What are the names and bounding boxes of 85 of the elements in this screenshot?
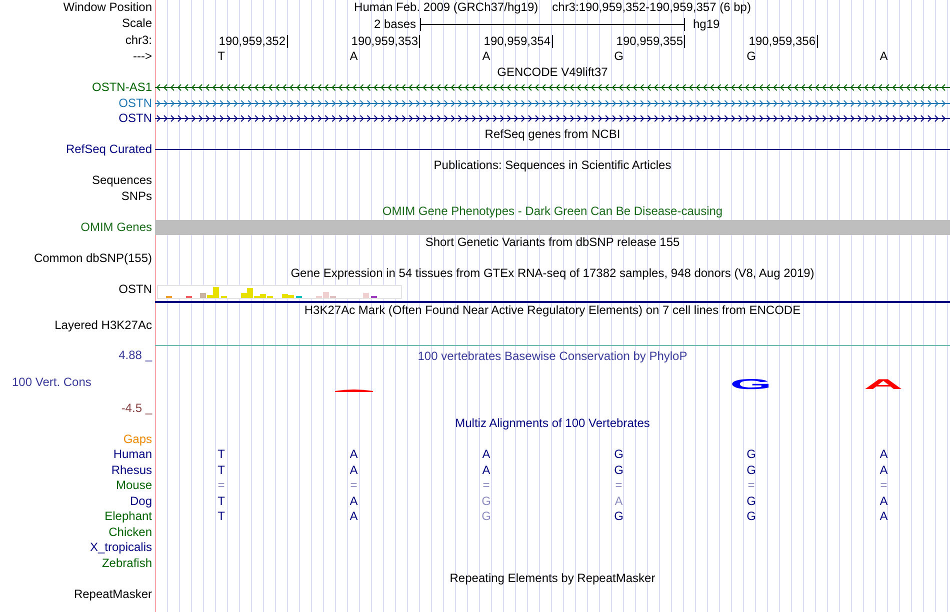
track-label[interactable]: OSTN [118, 282, 152, 296]
track-label[interactable]: Human [113, 447, 152, 462]
aligned-base: T [218, 509, 225, 524]
aligned-base: A [350, 447, 358, 462]
base-position-label: 190,959,356 [748, 34, 818, 48]
track-label[interactable]: OSTN-AS1 [92, 80, 152, 95]
aligned-base: G [614, 509, 624, 524]
track-label[interactable]: RefSeq Curated [66, 142, 152, 157]
base-position-label: 190,959,353 [351, 34, 420, 48]
aligned-base: A [880, 509, 888, 524]
track-label: Window Position [63, 0, 152, 15]
sequence-base: G [614, 48, 624, 64]
sequence-base: A [482, 48, 490, 64]
track-label[interactable]: OSTN [118, 96, 152, 110]
aligned-base: A [880, 494, 888, 508]
aligned-base: A [482, 462, 490, 478]
axis-min-label: -4.5 _ [120, 401, 152, 416]
track-title: Publications: Sequences in Scientific Articles [434, 158, 672, 172]
aligned-base: A [350, 462, 358, 478]
track-label[interactable]: Rhesus [111, 462, 152, 478]
sequence-base: T [218, 48, 225, 64]
aligned-base: = [482, 478, 490, 493]
aligned-base: A [482, 447, 490, 462]
track-title: OMIM Gene Phenotypes - Dark Green Can Be Disease-causing [382, 204, 723, 219]
track-label[interactable]: RepeatMasker [74, 586, 152, 602]
track-label[interactable]: OMIM Genes [80, 220, 152, 234]
aligned-base: = [880, 478, 888, 493]
aligned-base: G [746, 462, 756, 478]
aligned-base: G [746, 447, 756, 462]
track-title: 100 vertebrates Basewise Conservation by PhyloP [418, 348, 688, 364]
conservation-logo-letter: G [730, 379, 772, 391]
track-title: Gene Expression in 54 tissues from GTEx RNA-seq of 17382 samples, 948 donors (V8, Aug 2019) [290, 266, 814, 281]
aligned-base: = [218, 478, 225, 493]
aligned-base: A [350, 509, 358, 524]
expression-bars-drawing[interactable] [157, 284, 402, 298]
track-label: chr3: [125, 32, 152, 48]
aligned-base: G [746, 509, 756, 524]
track-label[interactable]: 100 Vert. Cons [0, 374, 152, 390]
aligned-base: T [218, 447, 225, 462]
sequence-base: G [746, 48, 756, 64]
sequence-base: A [880, 48, 888, 64]
track-label[interactable]: Dog [130, 494, 152, 508]
aligned-base: A [880, 447, 888, 462]
sequence-base: A [350, 48, 358, 64]
aligned-base: = [615, 478, 622, 493]
aligned-base: T [218, 494, 225, 508]
track-label: Scale [122, 16, 152, 30]
base-position-label: 190,959,352 [218, 34, 288, 48]
assembly-name: hg19 [693, 16, 720, 32]
track-title: Repeating Elements by RepeatMasker [450, 571, 656, 586]
track-label[interactable]: Elephant [104, 509, 152, 524]
base-position-label: 190,959,354 [484, 34, 552, 48]
track-title: GENCODE V49lift37 [497, 64, 608, 80]
scale-text: 2 bases [374, 16, 416, 32]
aligned-base: = [748, 478, 755, 493]
track-title: H3K27Ac Mark (Often Found Near Active Regulatory Elements) on 7 cell lines from ENCODE [304, 302, 801, 318]
track-label[interactable]: Zebrafish [102, 556, 152, 570]
aligned-base: G [614, 462, 624, 478]
omim-gene-bar[interactable] [155, 220, 950, 234]
aligned-base: A [614, 494, 623, 508]
track-title: Multiz Alignments of 100 Vertebrates [455, 416, 650, 431]
track-label[interactable]: Sequences [92, 173, 152, 188]
aligned-base: G [746, 494, 756, 508]
track-label[interactable]: Layered H3K27Ac [54, 318, 152, 333]
track-label[interactable]: SNPs [121, 188, 152, 204]
aligned-base: = [350, 478, 358, 493]
track-label[interactable]: ---> [133, 48, 152, 64]
assembly-title: Human Feb. 2009 (GRCh37/hg19) [354, 0, 538, 16]
aligned-base: G [482, 509, 491, 524]
aligned-base: G [614, 447, 624, 462]
aligned-base: T [218, 462, 225, 478]
aligned-base: G [482, 494, 491, 508]
track-title: Short Genetic Variants from dbSNP release 155 [425, 235, 680, 250]
aligned-base: A [880, 462, 888, 478]
track-label[interactable]: X_tropicalis [90, 540, 152, 555]
track-label[interactable]: Common dbSNP(155) [34, 250, 152, 266]
aligned-base: A [350, 494, 358, 508]
track-label[interactable]: Mouse [116, 478, 152, 493]
position-range: chr3:190,959,352-190,959,357 (6 bp) [552, 0, 751, 16]
track-title: RefSeq genes from NCBI [484, 126, 620, 142]
conservation-logo-letter: A [864, 379, 904, 391]
track-label[interactable]: Chicken [108, 524, 152, 540]
base-position-label: 190,959,355 [616, 34, 685, 48]
axis-max-label: 4.88 _ [118, 348, 152, 363]
track-label[interactable]: OSTN [118, 111, 152, 126]
